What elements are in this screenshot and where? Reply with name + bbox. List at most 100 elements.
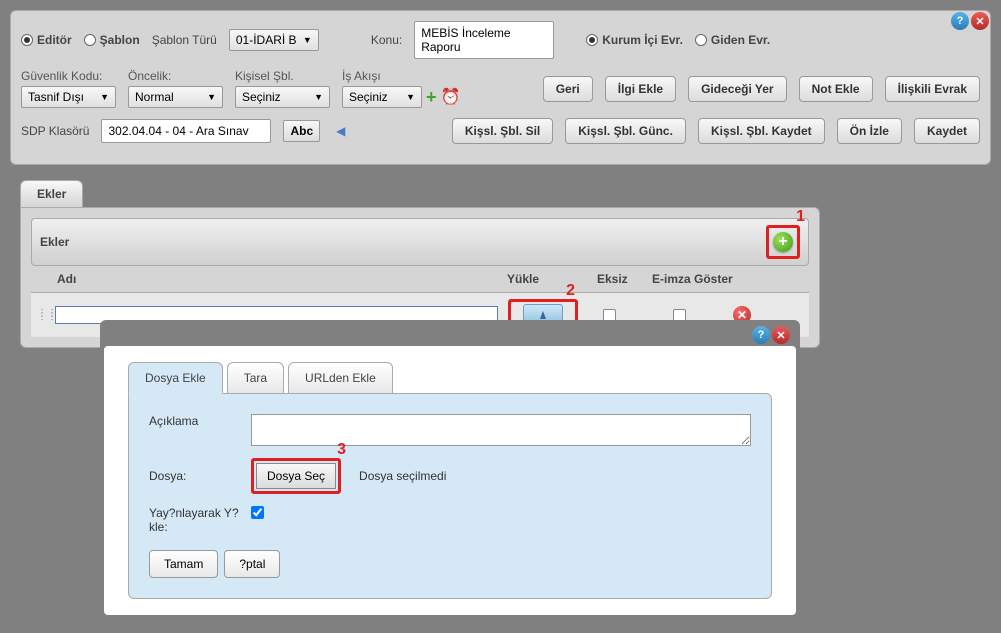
kisisel-field: Kişisel Şbl. Seçiniz ▼ xyxy=(235,69,330,108)
dialog-content: Açıklama Dosya: 3 Dosya Seç Dosya seçilm… xyxy=(128,393,772,599)
editor-radio[interactable]: Editör xyxy=(21,33,72,47)
oncelik-label: Öncelik: xyxy=(128,69,223,83)
marker-2: 2 xyxy=(566,282,575,300)
konu-label: Konu: xyxy=(371,33,402,47)
yayin-label: Yay?nlayarak Y?kle: xyxy=(149,506,239,534)
iliskili-evrak-button[interactable]: İlişkili Evrak xyxy=(885,76,980,102)
dialog-body: Dosya Ekle Tara URLden Ekle Açıklama Dos… xyxy=(104,346,796,615)
gidecegi-yer-button[interactable]: Gideceği Yer xyxy=(688,76,787,102)
abc-button[interactable]: Abc xyxy=(283,120,320,142)
radio-checked-icon xyxy=(586,34,598,46)
konu-input[interactable]: MEBİS İnceleme Raporu xyxy=(414,21,554,59)
kaydet-button[interactable]: Kaydet xyxy=(914,118,980,144)
tab-tara[interactable]: Tara xyxy=(227,362,284,394)
guvenlik-label: Güvenlik Kodu: xyxy=(21,69,116,83)
dosya-label: Dosya: xyxy=(149,469,239,483)
sablon-turu-dropdown[interactable]: 01-İDARİ B ▼ xyxy=(229,29,319,51)
add-ekler-button[interactable]: + xyxy=(773,232,793,252)
guvenlik-field: Güvenlik Kodu: Tasnif Dışı▼ xyxy=(21,69,116,108)
ekler-tab-container: Ekler xyxy=(30,180,1001,207)
col-eksiz-header: Eksiz xyxy=(597,272,652,286)
oncelik-field: Öncelik: Normal ▼ xyxy=(128,69,223,108)
sablon-radio[interactable]: Şablon xyxy=(84,33,140,47)
radio-icon xyxy=(84,34,96,46)
kisisel-dropdown[interactable]: Seçiniz ▼ xyxy=(235,86,330,108)
radio-checked-icon xyxy=(21,34,33,46)
not-ekle-button[interactable]: Not Ekle xyxy=(799,76,873,102)
dialog-close-icon[interactable]: ✕ xyxy=(772,326,790,344)
file-status-text: Dosya seçilmedi xyxy=(359,469,446,483)
isakisi-value: Seçiniz xyxy=(349,90,388,104)
giden-evr-radio[interactable]: Giden Evr. xyxy=(695,33,770,47)
chevron-down-icon: ▼ xyxy=(303,35,312,45)
dialog-titlebar: ? ✕ xyxy=(104,324,796,346)
window-controls: ? ✕ xyxy=(951,12,989,30)
sbl-sil-button[interactable]: Kişsl. Şbl. Sil xyxy=(452,118,553,144)
dialog-buttons: Tamam ?ptal xyxy=(149,550,751,578)
close-icon[interactable]: ✕ xyxy=(971,12,989,30)
marker-3: 3 xyxy=(337,441,346,459)
geri-button[interactable]: Geri xyxy=(543,76,593,102)
sdp-input[interactable]: 302.04.04 - 04 - Ara Sınav xyxy=(101,119,271,143)
guvenlik-dropdown[interactable]: Tasnif Dışı▼ xyxy=(21,86,116,108)
aciklama-row: Açıklama xyxy=(149,414,751,446)
col-eimza-header: E-imza Göster xyxy=(652,272,752,286)
marker-1: 1 xyxy=(796,208,805,226)
ekler-tab[interactable]: Ekler xyxy=(20,180,83,207)
ekler-table-head: Adı Yükle Eksiz E-imza Göster xyxy=(31,266,809,293)
chevron-down-icon: ▼ xyxy=(100,92,109,102)
dosya-row: Dosya: 3 Dosya Seç Dosya seçilmedi xyxy=(149,458,751,494)
onizle-button[interactable]: Ön İzle xyxy=(837,118,902,144)
sbl-gunc-button[interactable]: Kişsl. Şbl. Günc. xyxy=(565,118,686,144)
ekler-header: Ekler 1 + xyxy=(31,218,809,266)
add-ekler-highlight: 1 + xyxy=(766,225,800,259)
isakisi-dropdown[interactable]: Seçiniz ▼ xyxy=(342,86,422,108)
kurum-ici-label: Kurum İçi Evr. xyxy=(602,33,683,47)
sablon-label: Şablon xyxy=(100,33,140,47)
clock-icon[interactable]: ⏰ xyxy=(441,87,461,107)
chevron-down-icon: ▼ xyxy=(406,92,415,102)
help-icon[interactable]: ? xyxy=(951,12,969,30)
sbl-kaydet-button[interactable]: Kişsl. Şbl. Kaydet xyxy=(698,118,825,144)
isakisi-label: İş Akışı xyxy=(342,69,460,83)
tab-urlden-ekle[interactable]: URLden Ekle xyxy=(288,362,393,394)
chevron-down-icon: ▼ xyxy=(207,92,216,102)
kisisel-value: Seçiniz xyxy=(242,90,281,104)
radio-icon xyxy=(695,34,707,46)
ekler-header-label: Ekler xyxy=(40,235,69,249)
sablon-turu-label: Şablon Türü xyxy=(152,33,217,47)
yayin-checkbox[interactable] xyxy=(251,506,264,519)
iptal-button[interactable]: ?ptal xyxy=(224,550,280,578)
plus-icon[interactable]: + xyxy=(426,87,437,108)
form-row-2: Güvenlik Kodu: Tasnif Dışı▼ Öncelik: Nor… xyxy=(21,69,980,108)
oncelik-dropdown[interactable]: Normal ▼ xyxy=(128,86,223,108)
dialog-tabs: Dosya Ekle Tara URLden Ekle xyxy=(128,362,772,394)
editor-label: Editör xyxy=(37,33,72,47)
main-form-panel: Editör Şablon Şablon Türü 01-İDARİ B ▼ Ko… xyxy=(10,10,991,165)
dosya-sec-button[interactable]: Dosya Seç xyxy=(256,463,336,489)
dosya-sec-highlight: 3 Dosya Seç xyxy=(251,458,341,494)
drag-handle-icon[interactable]: ⋮⋮⋮⋮ xyxy=(37,312,49,318)
col-adi-header: Adı xyxy=(37,272,507,286)
ilgi-ekle-button[interactable]: İlgi Ekle xyxy=(605,76,676,102)
isakisi-field: İş Akışı Seçiniz ▼ + ⏰ xyxy=(342,69,460,108)
form-row-1: Editör Şablon Şablon Türü 01-İDARİ B ▼ Ko… xyxy=(21,21,980,59)
aciklama-textarea[interactable] xyxy=(251,414,751,446)
yayin-row: Yay?nlayarak Y?kle: xyxy=(149,506,751,534)
sablon-turu-value: 01-İDARİ B xyxy=(236,33,297,47)
sdp-label: SDP Klasörü xyxy=(21,124,89,138)
file-upload-dialog: ? ✕ Dosya Ekle Tara URLden Ekle Açıklama… xyxy=(100,320,800,619)
aciklama-label: Açıklama xyxy=(149,414,239,428)
kurum-ici-radio[interactable]: Kurum İçi Evr. xyxy=(586,33,683,47)
form-row-3: SDP Klasörü 302.04.04 - 04 - Ara Sınav A… xyxy=(21,118,980,144)
oncelik-value: Normal xyxy=(135,90,174,104)
upload-arrow-icon xyxy=(540,311,546,319)
dialog-help-icon[interactable]: ? xyxy=(752,326,770,344)
giden-evr-label: Giden Evr. xyxy=(711,33,770,47)
tab-dosya-ekle[interactable]: Dosya Ekle xyxy=(128,362,223,394)
kisisel-label: Kişisel Şbl. xyxy=(235,69,330,83)
chevron-down-icon: ▼ xyxy=(314,92,323,102)
tamam-button[interactable]: Tamam xyxy=(149,550,218,578)
prev-arrow-icon[interactable]: ◀ xyxy=(332,124,349,138)
col-yukle-header: Yükle xyxy=(507,272,597,286)
